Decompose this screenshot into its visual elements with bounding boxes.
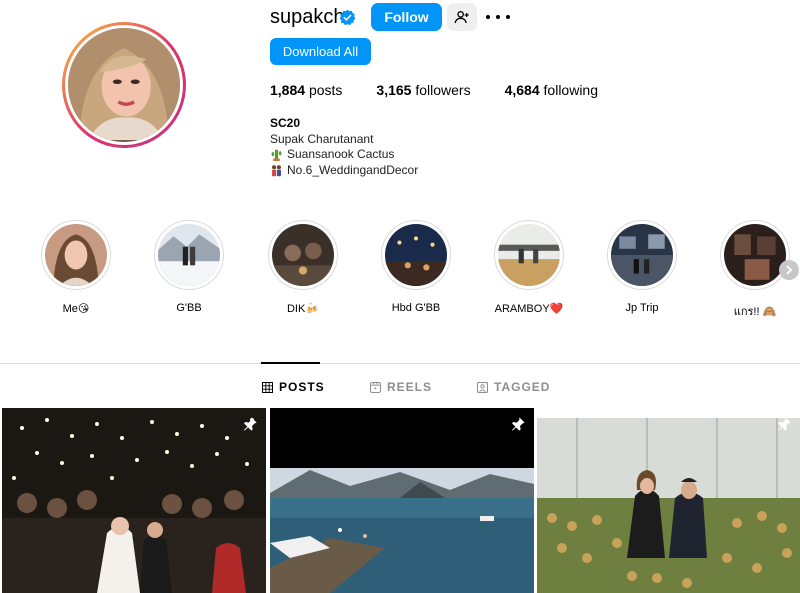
highlight-ring [268,220,338,290]
bio-line-1-text: Suansanook Cactus [287,147,395,161]
highlights-next-button[interactable] [779,260,799,280]
highlight-label: แกร!! 🙈 [733,306,777,318]
highlight-item[interactable]: Me😘 [39,220,113,315]
highlight-cover [45,224,107,286]
followers-count: 3,165 [376,82,412,98]
highlight-item[interactable]: DIK🍻 [266,220,340,315]
bio-line-2-text: No.6_WeddingandDecor [287,162,419,177]
profile-avatar-ring[interactable] [62,22,186,148]
followers-stat[interactable]: 3,165 followers [376,82,470,98]
highlight-item[interactable]: ARAMBOY❤️ [492,220,566,315]
highlight-ring [607,220,677,290]
follow-button[interactable]: Follow [371,3,442,31]
highlight-item[interactable]: Hbd G'BB [379,220,453,314]
profile-stats: 1,884 posts 3,165 followers 4,684 follow… [270,82,632,98]
add-user-icon [454,11,469,24]
tab-reels[interactable]: REELS [370,380,432,394]
highlight-cover [272,224,334,286]
following-label: following [543,82,599,98]
post-thumbnail[interactable] [537,408,800,593]
bio-name: SC20 [270,116,301,130]
couple-icon [272,164,281,176]
avatar-photo [68,28,180,140]
avatar-inner [65,25,183,145]
post-image-lake-pier [270,408,534,593]
highlight-ring [720,220,790,290]
bio-line-2: No.6_WeddingandDecor [270,163,418,179]
chevron-right-icon [786,265,793,275]
post-image-wedding-crowd [2,408,266,593]
tab-posts[interactable]: POSTS [262,380,325,394]
highlight-label: G'BB [176,302,202,314]
pin-icon [778,417,791,431]
profile-bio: SC20 Supak Charutanant Suansanook Cactus… [270,116,418,178]
suggested-users-button[interactable] [447,3,477,31]
profile-username: supakch [270,6,345,28]
post-thumbnail[interactable] [2,408,266,593]
pin-icon [512,417,525,431]
pin-icon [244,417,257,431]
highlight-ring [41,220,111,290]
tagged-icon [477,381,488,393]
grid-icon [262,381,273,393]
highlight-ring [154,220,224,290]
highlight-label: Me😘 [62,303,90,315]
highlight-label: DIK🍻 [286,303,320,315]
post-image-cactus-greenhouse [537,408,800,593]
highlight-label: Hbd G'BB [391,302,441,314]
cactus-icon [271,149,282,162]
following-stat[interactable]: 4,684 following [505,82,598,98]
post-thumbnail[interactable] [270,408,534,593]
posts-label: posts [308,82,343,98]
tab-tagged-label: TAGGED [494,380,551,394]
bio-line-1: Suansanook Cactus [270,147,418,163]
tab-posts-label: POSTS [279,380,325,394]
bio-full-name: Supak Charutanant [270,131,374,146]
profile-avatar[interactable] [68,28,180,142]
download-all-button[interactable]: Download All [270,38,371,65]
active-tab-indicator [261,362,320,364]
highlight-label: Jp Trip [625,302,659,314]
highlight-ring [381,220,451,290]
tab-reels-label: REELS [387,380,433,394]
reels-icon [370,381,381,393]
highlight-cover [158,224,220,286]
highlight-item[interactable]: G'BB [152,220,226,314]
highlight-cover [385,224,447,286]
following-count: 4,684 [504,82,540,98]
highlight-item[interactable]: Jp Trip [605,220,679,314]
highlight-cover [498,224,560,286]
posts-count: 1,884 [270,82,306,98]
tab-tagged[interactable]: TAGGED [477,380,550,394]
highlight-ring [494,220,564,290]
highlight-cover [724,224,786,286]
tabs-divider [0,363,800,364]
more-options-icon[interactable] [486,8,510,26]
highlight-cover [611,224,673,286]
verified-badge-icon [339,9,356,26]
posts-stat: 1,884 posts [270,82,342,98]
followers-label: followers [415,82,471,98]
highlight-label: ARAMBOY❤️ [494,303,564,315]
